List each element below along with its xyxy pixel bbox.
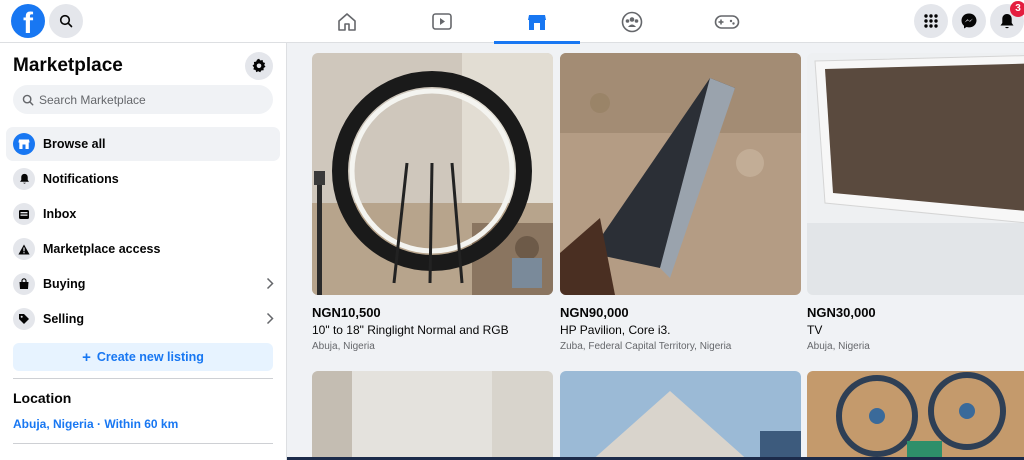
messenger-icon bbox=[961, 13, 977, 29]
top-navigation-bar: f 3 bbox=[0, 0, 1024, 44]
location-heading: Location bbox=[13, 390, 72, 406]
listing-title: 10" to 18" Ringlight Normal and RGB bbox=[312, 323, 509, 337]
settings-button[interactable] bbox=[245, 52, 273, 80]
sidebar-item-label: Inbox bbox=[43, 207, 77, 221]
search-button[interactable] bbox=[49, 4, 83, 38]
inbox-icon bbox=[13, 203, 35, 225]
sidebar-item-label: Buying bbox=[43, 277, 86, 291]
listing-photo-tv[interactable] bbox=[807, 53, 1024, 295]
listing-title: HP Pavilion, Core i3. bbox=[560, 323, 671, 337]
page-title: Marketplace bbox=[13, 55, 123, 76]
tab-home[interactable] bbox=[304, 0, 390, 43]
listing-card[interactable]: NGN90,000 HP Pavilion, Core i3. Zuba, Fe… bbox=[560, 53, 801, 352]
divider bbox=[13, 443, 273, 444]
bag-icon bbox=[13, 273, 35, 295]
sidebar-item-selling[interactable]: Selling bbox=[6, 302, 280, 336]
sidebar-item-marketplace-access[interactable]: Marketplace access bbox=[6, 232, 280, 266]
listing-photo-next-3[interactable] bbox=[807, 371, 1024, 460]
menu-button[interactable] bbox=[914, 4, 948, 38]
storefront-icon bbox=[13, 133, 35, 155]
sidebar-item-notifications[interactable]: Notifications bbox=[6, 162, 280, 196]
home-icon bbox=[338, 12, 356, 31]
listing-card[interactable]: NGN30,000 TV Abuja, Nigeria bbox=[807, 53, 1024, 352]
listing-photo-laptop[interactable] bbox=[560, 53, 801, 295]
location-filter-link[interactable]: Abuja, Nigeria · Within 60 km bbox=[13, 417, 178, 431]
tag-icon bbox=[13, 308, 35, 330]
search-icon bbox=[59, 14, 73, 28]
divider bbox=[13, 378, 273, 379]
sidebar-item-inbox[interactable]: Inbox bbox=[6, 197, 280, 231]
tab-marketplace[interactable] bbox=[494, 0, 580, 44]
groups-icon bbox=[621, 11, 643, 32]
search-input[interactable] bbox=[39, 92, 259, 107]
listing-location: Zuba, Federal Capital Territory, Nigeria bbox=[560, 341, 732, 352]
listing-price: NGN10,500 bbox=[312, 305, 381, 320]
marketplace-sidebar: Marketplace Browse all Notifications Inb… bbox=[0, 43, 287, 460]
chevron-right-icon bbox=[266, 277, 274, 290]
tab-watch[interactable] bbox=[399, 0, 485, 43]
listings-grid: NGN10,500 10" to 18" Ringlight Normal an… bbox=[287, 43, 1024, 460]
tab-groups[interactable] bbox=[589, 0, 675, 43]
watch-icon bbox=[432, 12, 452, 30]
plus-icon: + bbox=[82, 348, 91, 366]
chevron-right-icon bbox=[266, 312, 274, 325]
notification-count-badge: 3 bbox=[1010, 1, 1024, 17]
tab-gaming[interactable] bbox=[684, 0, 770, 43]
listing-location: Abuja, Nigeria bbox=[312, 341, 375, 352]
sidebar-item-browse-all[interactable]: Browse all bbox=[6, 127, 280, 161]
listing-photo-next-1[interactable] bbox=[312, 371, 553, 460]
listing-photo-ringlight[interactable] bbox=[312, 53, 553, 295]
gear-icon bbox=[252, 58, 266, 73]
listing-title: TV bbox=[807, 323, 823, 337]
messenger-button[interactable] bbox=[952, 4, 986, 38]
gaming-icon bbox=[714, 14, 740, 29]
listing-price: NGN90,000 bbox=[560, 305, 629, 320]
sidebar-item-label: Browse all bbox=[43, 137, 106, 151]
create-listing-label: Create new listing bbox=[96, 350, 204, 364]
sidebar-item-label: Marketplace access bbox=[43, 242, 161, 256]
sidebar-item-label: Notifications bbox=[43, 172, 119, 186]
marketplace-search bbox=[13, 85, 273, 114]
sidebar-item-buying[interactable]: Buying bbox=[6, 267, 280, 301]
sidebar-item-label: Selling bbox=[43, 312, 84, 326]
listing-price: NGN30,000 bbox=[807, 305, 876, 320]
warning-icon bbox=[13, 238, 35, 260]
listing-location: Abuja, Nigeria bbox=[807, 341, 870, 352]
bell-icon bbox=[13, 168, 35, 190]
search-icon bbox=[22, 94, 34, 105]
facebook-logo[interactable]: f bbox=[11, 4, 45, 38]
create-new-listing-button[interactable]: + Create new listing bbox=[13, 343, 273, 371]
listing-card[interactable]: NGN10,500 10" to 18" Ringlight Normal an… bbox=[312, 53, 553, 352]
marketplace-icon bbox=[528, 14, 546, 30]
listing-photo-next-2[interactable] bbox=[560, 371, 801, 460]
grid-menu-icon bbox=[924, 14, 938, 28]
